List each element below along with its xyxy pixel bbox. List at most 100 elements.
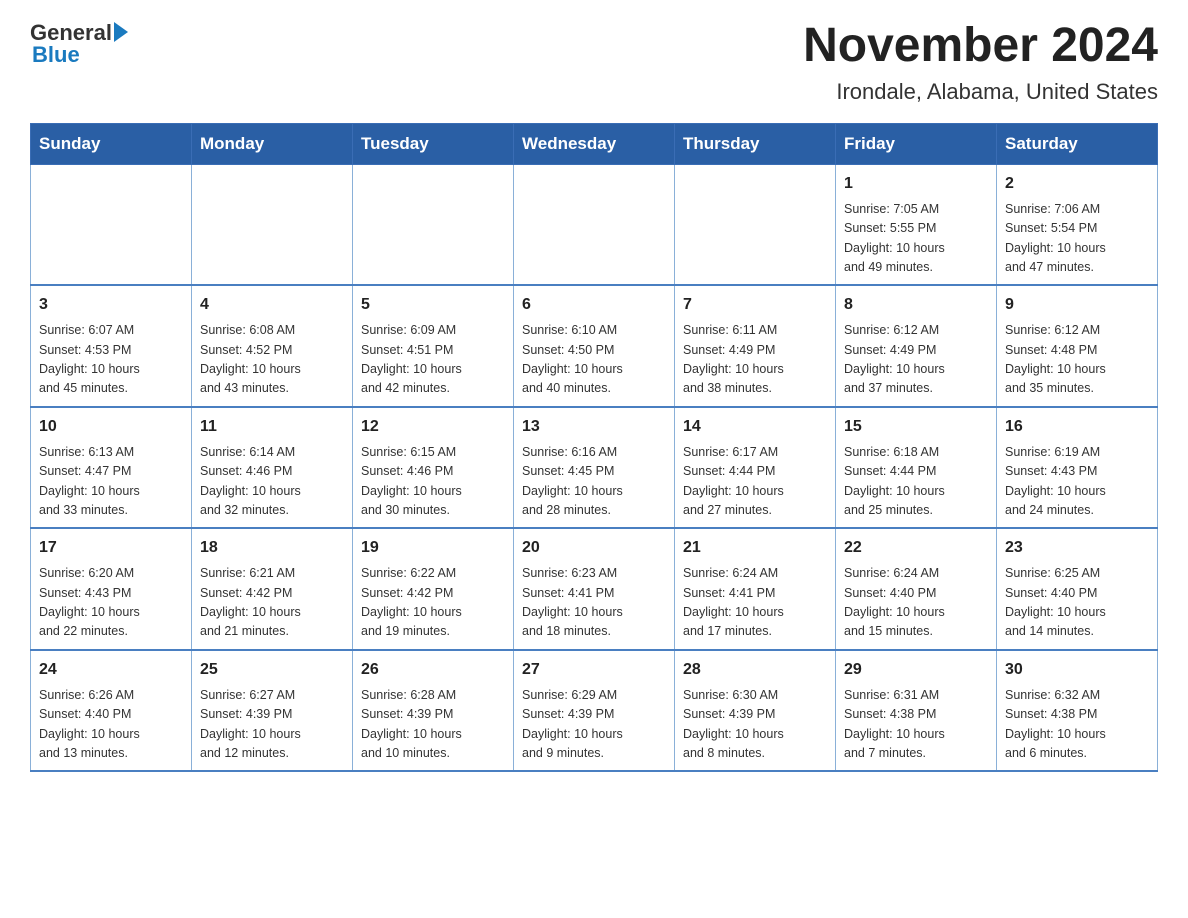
logo-arrow-icon xyxy=(114,22,128,42)
day-info: Sunrise: 6:17 AM Sunset: 4:44 PM Dayligh… xyxy=(683,443,827,521)
day-info: Sunrise: 6:13 AM Sunset: 4:47 PM Dayligh… xyxy=(39,443,183,521)
weekday-header-tuesday: Tuesday xyxy=(353,123,514,164)
day-number: 10 xyxy=(39,415,183,439)
weekday-header-monday: Monday xyxy=(192,123,353,164)
calendar-cell: 24 Sunrise: 6:26 AM Sunset: 4:40 PM Dayli… xyxy=(31,650,192,772)
day-number: 16 xyxy=(1005,415,1149,439)
calendar-cell: 10 Sunrise: 6:13 AM Sunset: 4:47 PM Dayli… xyxy=(31,407,192,529)
calendar-cell: 16 Sunrise: 6:19 AM Sunset: 4:43 PM Dayli… xyxy=(997,407,1158,529)
day-number: 17 xyxy=(39,536,183,560)
day-number: 13 xyxy=(522,415,666,439)
day-info: Sunrise: 7:05 AM Sunset: 5:55 PM Dayligh… xyxy=(844,200,988,278)
day-info: Sunrise: 6:32 AM Sunset: 4:38 PM Dayligh… xyxy=(1005,686,1149,764)
day-number: 25 xyxy=(200,658,344,682)
calendar-cell: 1 Sunrise: 7:05 AM Sunset: 5:55 PM Daylig… xyxy=(836,164,997,285)
day-info: Sunrise: 7:06 AM Sunset: 5:54 PM Dayligh… xyxy=(1005,200,1149,278)
calendar-cell: 26 Sunrise: 6:28 AM Sunset: 4:39 PM Dayli… xyxy=(353,650,514,772)
day-info: Sunrise: 6:12 AM Sunset: 4:48 PM Dayligh… xyxy=(1005,321,1149,399)
day-number: 11 xyxy=(200,415,344,439)
day-info: Sunrise: 6:30 AM Sunset: 4:39 PM Dayligh… xyxy=(683,686,827,764)
calendar-cell xyxy=(675,164,836,285)
calendar-cell: 5 Sunrise: 6:09 AM Sunset: 4:51 PM Daylig… xyxy=(353,285,514,407)
day-info: Sunrise: 6:22 AM Sunset: 4:42 PM Dayligh… xyxy=(361,564,505,642)
day-info: Sunrise: 6:31 AM Sunset: 4:38 PM Dayligh… xyxy=(844,686,988,764)
day-number: 9 xyxy=(1005,293,1149,317)
day-number: 22 xyxy=(844,536,988,560)
day-number: 2 xyxy=(1005,172,1149,196)
calendar-cell xyxy=(353,164,514,285)
day-number: 20 xyxy=(522,536,666,560)
day-number: 8 xyxy=(844,293,988,317)
day-info: Sunrise: 6:14 AM Sunset: 4:46 PM Dayligh… xyxy=(200,443,344,521)
calendar-week-row: 10 Sunrise: 6:13 AM Sunset: 4:47 PM Dayli… xyxy=(31,407,1158,529)
day-info: Sunrise: 6:28 AM Sunset: 4:39 PM Dayligh… xyxy=(361,686,505,764)
day-number: 3 xyxy=(39,293,183,317)
day-number: 14 xyxy=(683,415,827,439)
calendar-cell: 17 Sunrise: 6:20 AM Sunset: 4:43 PM Dayli… xyxy=(31,528,192,650)
location-title: Irondale, Alabama, United States xyxy=(803,79,1158,105)
day-info: Sunrise: 6:29 AM Sunset: 4:39 PM Dayligh… xyxy=(522,686,666,764)
day-info: Sunrise: 6:08 AM Sunset: 4:52 PM Dayligh… xyxy=(200,321,344,399)
day-info: Sunrise: 6:23 AM Sunset: 4:41 PM Dayligh… xyxy=(522,564,666,642)
calendar-cell: 8 Sunrise: 6:12 AM Sunset: 4:49 PM Daylig… xyxy=(836,285,997,407)
day-number: 23 xyxy=(1005,536,1149,560)
title-area: November 2024 Irondale, Alabama, United … xyxy=(803,20,1158,105)
day-info: Sunrise: 6:09 AM Sunset: 4:51 PM Dayligh… xyxy=(361,321,505,399)
calendar-cell xyxy=(192,164,353,285)
calendar-cell: 15Sunrise: 6:18 AM Sunset: 4:44 PM Dayli… xyxy=(836,407,997,529)
calendar-week-row: 3 Sunrise: 6:07 AM Sunset: 4:53 PM Daylig… xyxy=(31,285,1158,407)
day-info: Sunrise: 6:24 AM Sunset: 4:41 PM Dayligh… xyxy=(683,564,827,642)
day-number: 7 xyxy=(683,293,827,317)
calendar-cell: 2 Sunrise: 7:06 AM Sunset: 5:54 PM Daylig… xyxy=(997,164,1158,285)
calendar-cell xyxy=(31,164,192,285)
calendar-cell: 13Sunrise: 6:16 AM Sunset: 4:45 PM Dayli… xyxy=(514,407,675,529)
day-number: 1 xyxy=(844,172,988,196)
calendar-cell: 30 Sunrise: 6:32 AM Sunset: 4:38 PM Dayli… xyxy=(997,650,1158,772)
calendar-cell: 29Sunrise: 6:31 AM Sunset: 4:38 PM Dayli… xyxy=(836,650,997,772)
day-number: 5 xyxy=(361,293,505,317)
weekday-header-wednesday: Wednesday xyxy=(514,123,675,164)
month-title: November 2024 xyxy=(803,20,1158,73)
day-number: 19 xyxy=(361,536,505,560)
day-info: Sunrise: 6:20 AM Sunset: 4:43 PM Dayligh… xyxy=(39,564,183,642)
calendar-cell: 21 Sunrise: 6:24 AM Sunset: 4:41 PM Dayli… xyxy=(675,528,836,650)
day-info: Sunrise: 6:07 AM Sunset: 4:53 PM Dayligh… xyxy=(39,321,183,399)
calendar-cell: 9 Sunrise: 6:12 AM Sunset: 4:48 PM Daylig… xyxy=(997,285,1158,407)
day-number: 27 xyxy=(522,658,666,682)
calendar-cell: 3 Sunrise: 6:07 AM Sunset: 4:53 PM Daylig… xyxy=(31,285,192,407)
weekday-header-sunday: Sunday xyxy=(31,123,192,164)
day-number: 21 xyxy=(683,536,827,560)
day-info: Sunrise: 6:26 AM Sunset: 4:40 PM Dayligh… xyxy=(39,686,183,764)
page-header: General Blue November 2024 Irondale, Ala… xyxy=(30,20,1158,105)
logo-blue-text: Blue xyxy=(30,42,80,68)
day-number: 30 xyxy=(1005,658,1149,682)
calendar-cell: 12Sunrise: 6:15 AM Sunset: 4:46 PM Dayli… xyxy=(353,407,514,529)
day-number: 18 xyxy=(200,536,344,560)
day-info: Sunrise: 6:19 AM Sunset: 4:43 PM Dayligh… xyxy=(1005,443,1149,521)
calendar-cell: 22 Sunrise: 6:24 AM Sunset: 4:40 PM Dayli… xyxy=(836,528,997,650)
weekday-header-saturday: Saturday xyxy=(997,123,1158,164)
calendar-cell: 14 Sunrise: 6:17 AM Sunset: 4:44 PM Dayli… xyxy=(675,407,836,529)
day-number: 15 xyxy=(844,415,988,439)
day-info: Sunrise: 6:15 AM Sunset: 4:46 PM Dayligh… xyxy=(361,443,505,521)
day-info: Sunrise: 6:24 AM Sunset: 4:40 PM Dayligh… xyxy=(844,564,988,642)
calendar-cell: 19 Sunrise: 6:22 AM Sunset: 4:42 PM Dayli… xyxy=(353,528,514,650)
day-number: 24 xyxy=(39,658,183,682)
calendar-cell: 27 Sunrise: 6:29 AM Sunset: 4:39 PM Dayli… xyxy=(514,650,675,772)
calendar-cell: 25Sunrise: 6:27 AM Sunset: 4:39 PM Dayli… xyxy=(192,650,353,772)
calendar-cell: 20 Sunrise: 6:23 AM Sunset: 4:41 PM Dayli… xyxy=(514,528,675,650)
day-number: 26 xyxy=(361,658,505,682)
calendar-cell xyxy=(514,164,675,285)
day-info: Sunrise: 6:12 AM Sunset: 4:49 PM Dayligh… xyxy=(844,321,988,399)
calendar-week-row: 17 Sunrise: 6:20 AM Sunset: 4:43 PM Dayli… xyxy=(31,528,1158,650)
day-number: 4 xyxy=(200,293,344,317)
day-info: Sunrise: 6:11 AM Sunset: 4:49 PM Dayligh… xyxy=(683,321,827,399)
day-info: Sunrise: 6:25 AM Sunset: 4:40 PM Dayligh… xyxy=(1005,564,1149,642)
weekday-header-row: SundayMondayTuesdayWednesdayThursdayFrid… xyxy=(31,123,1158,164)
calendar-table: SundayMondayTuesdayWednesdayThursdayFrid… xyxy=(30,123,1158,773)
logo: General Blue xyxy=(30,20,128,68)
day-number: 6 xyxy=(522,293,666,317)
calendar-cell: 6Sunrise: 6:10 AM Sunset: 4:50 PM Daylig… xyxy=(514,285,675,407)
weekday-header-friday: Friday xyxy=(836,123,997,164)
calendar-cell: 18Sunrise: 6:21 AM Sunset: 4:42 PM Dayli… xyxy=(192,528,353,650)
